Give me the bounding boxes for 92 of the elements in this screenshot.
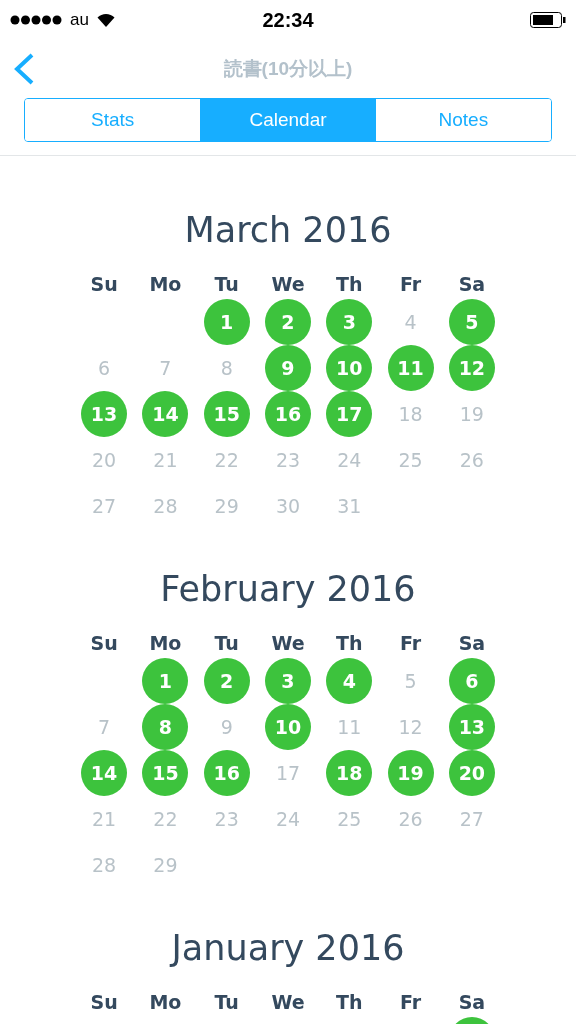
calendar-day[interactable]: 23: [203, 796, 250, 842]
calendar-day[interactable]: 26: [387, 796, 434, 842]
weekday-label: Fr: [399, 990, 423, 1014]
weekday-label: Mo: [148, 272, 183, 296]
calendar-day[interactable]: 21: [142, 437, 189, 483]
signal-icon: [10, 15, 62, 25]
completed-day[interactable]: 15: [203, 391, 250, 437]
calendar-day[interactable]: 24: [326, 437, 373, 483]
calendar-day[interactable]: 28: [81, 842, 128, 888]
completed-day[interactable]: 14: [81, 750, 128, 796]
month-title: January 2016: [171, 927, 405, 970]
completed-day[interactable]: 13: [448, 704, 495, 750]
completed-day[interactable]: 4: [326, 658, 373, 704]
calendar-day[interactable]: 9: [203, 704, 250, 750]
weekday-label: Tu: [213, 272, 240, 296]
weekday-label: We: [270, 990, 306, 1014]
calendar-day[interactable]: 22: [203, 437, 250, 483]
completed-day[interactable]: 1: [142, 658, 189, 704]
completed-day[interactable]: 9: [265, 345, 311, 391]
weekday-label: Su: [89, 631, 119, 655]
weekday-label: Su: [89, 990, 119, 1014]
calendar-day[interactable]: 12: [387, 704, 434, 750]
completed-day[interactable]: 1: [203, 299, 250, 345]
completed-day[interactable]: 11: [387, 345, 434, 391]
weekday-label: Sa: [457, 990, 487, 1014]
calendar-day[interactable]: 30: [265, 483, 311, 529]
calendar-day[interactable]: 29: [203, 483, 250, 529]
completed-day[interactable]: 2: [203, 658, 250, 704]
weekday-label: Tu: [213, 990, 240, 1014]
weekday-label: Fr: [399, 631, 423, 655]
completed-day[interactable]: 19: [387, 750, 434, 796]
calendar-day[interactable]: 25: [387, 437, 434, 483]
completed-day[interactable]: 13: [81, 391, 128, 437]
completed-day[interactable]: 18: [326, 750, 373, 796]
completed-day[interactable]: 15: [142, 750, 189, 796]
calendar-day[interactable]: 31: [326, 483, 373, 529]
weekday-label: Sa: [457, 631, 487, 655]
weekday-label: Fr: [399, 272, 423, 296]
calendar-day[interactable]: 20: [81, 437, 128, 483]
calendar-day[interactable]: 7: [142, 345, 189, 391]
month-title: February 2016: [160, 568, 416, 611]
completed-day[interactable]: 14: [142, 391, 189, 437]
weekday-label: Su: [89, 272, 119, 296]
weekday-label: We: [270, 631, 306, 655]
completed-day[interactable]: 10: [326, 345, 373, 391]
calendar-day[interactable]: 6: [81, 345, 128, 391]
completed-day[interactable]: 6: [448, 658, 495, 704]
segment-tab[interactable]: Calendar: [200, 99, 376, 141]
completed-day[interactable]: 8: [142, 704, 189, 750]
completed-day[interactable]: 20: [448, 750, 495, 796]
calendar-day[interactable]: 22: [142, 796, 189, 842]
completed-day[interactable]: 17: [326, 391, 373, 437]
calendar-day[interactable]: 5: [387, 658, 434, 704]
calendar-day[interactable]: 7: [81, 704, 128, 750]
completed-day[interactable]: 3: [326, 299, 373, 345]
weekday-label: Th: [335, 631, 364, 655]
calendar-day[interactable]: 27: [81, 483, 128, 529]
calendar-day[interactable]: 23: [265, 437, 311, 483]
completed-day[interactable]: 5: [448, 299, 495, 345]
weekday-label: Th: [335, 272, 364, 296]
completed-day[interactable]: 10: [265, 704, 311, 750]
calendar-day[interactable]: 4: [387, 299, 434, 345]
calendar-day[interactable]: 19: [448, 391, 495, 437]
status-time: 22:34: [262, 8, 314, 32]
back-button[interactable]: [12, 52, 36, 86]
calendar-day[interactable]: 26: [448, 437, 495, 483]
calendar-day[interactable]: 24: [265, 796, 311, 842]
completed-day[interactable]: 3: [265, 658, 311, 704]
weekday-label: Mo: [148, 990, 183, 1014]
battery-icon: [530, 12, 566, 28]
calendar-day[interactable]: 21: [81, 796, 128, 842]
weekday-label: Sa: [457, 272, 487, 296]
completed-day[interactable]: 16: [203, 750, 250, 796]
calendar-day[interactable]: 27: [448, 796, 495, 842]
weekday-label: Tu: [213, 631, 240, 655]
calendar-day[interactable]: 28: [142, 483, 189, 529]
carrier-name: au: [70, 10, 89, 30]
screen-title: 読書(10分以上): [222, 57, 354, 81]
calendar-day[interactable]: 8: [203, 345, 250, 391]
calendar-day[interactable]: 29: [142, 842, 189, 888]
weekday-label: Th: [335, 990, 364, 1014]
weekday-label: We: [270, 272, 306, 296]
month-title: March 2016: [184, 209, 392, 252]
weekday-label: Mo: [148, 631, 183, 655]
calendar-day[interactable]: 25: [326, 796, 373, 842]
wifi-icon: [96, 13, 115, 27]
calendar-day[interactable]: 17: [265, 750, 311, 796]
calendar-day[interactable]: 18: [387, 391, 434, 437]
completed-day[interactable]: 16: [265, 391, 311, 437]
calendar-day[interactable]: 11: [326, 704, 373, 750]
completed-day[interactable]: 2: [265, 299, 311, 345]
completed-day[interactable]: 12: [448, 345, 495, 391]
